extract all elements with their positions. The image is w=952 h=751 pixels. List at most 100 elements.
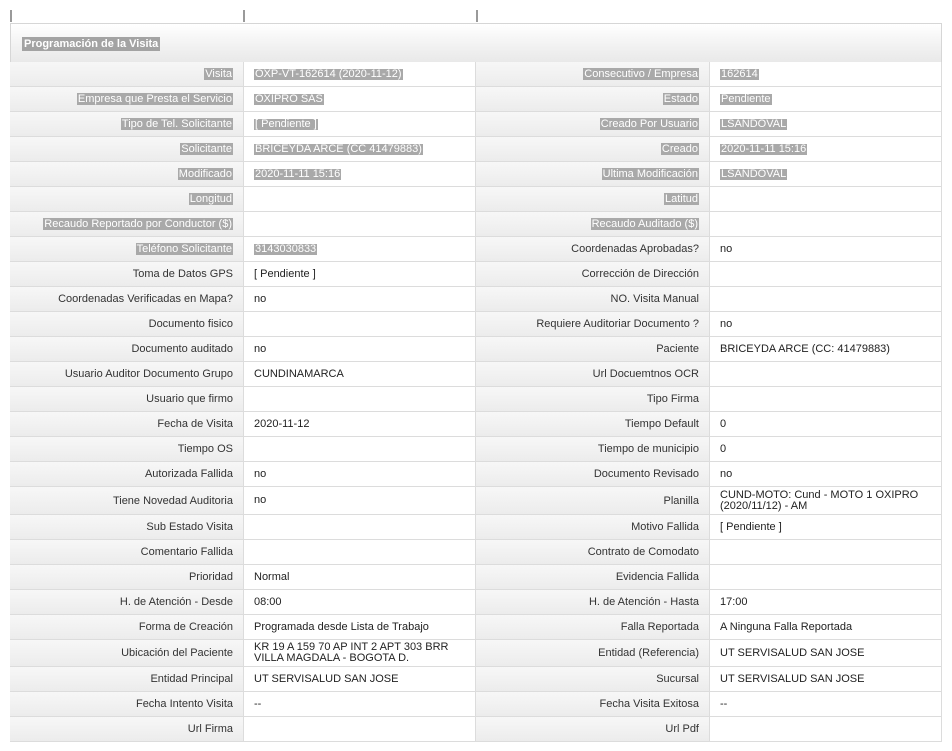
field-label: Estado [476,87,709,112]
field-label: Entidad (Referencia) [476,640,709,667]
field-value [243,312,476,337]
field-label-text: Fecha Visita Exitosa [599,698,699,710]
field-value: no [709,237,942,262]
field-value: 2020-11-11 15:16 [243,162,476,187]
field-label: Corrección de Dirección [476,262,709,287]
field-value: no [243,487,476,515]
field-value: 3143030833 [243,237,476,262]
field-label: Sub Estado Visita [10,515,243,540]
field-value: [ Pendiente ] [243,112,476,137]
field-label: Contrato de Comodato [476,540,709,565]
field-label: Documento Revisado [476,462,709,487]
field-value-text: CUNDINAMARCA [254,367,344,380]
field-label-text: Falla Reportada [620,621,699,633]
detail-row: Documento fisico Requiere Auditoriar Docu… [10,312,942,337]
field-value [243,187,476,212]
field-label: H. de Atención - Hasta [476,590,709,615]
field-value-text: UT SERVISALUD SAN JOSE [720,672,865,685]
field-label: Forma de Creación [10,615,243,640]
field-value: OXIPRO SAS [243,87,476,112]
field-value-text: no [254,342,267,355]
field-label-text: Creado [660,143,699,155]
detail-row: Solicitante BRICEYDA ARCE (CC 41479883) Cr… [10,137,942,162]
field-value-text: -- [720,697,728,710]
detail-row: Coordenadas Verificadas en Mapa? no NO. Vi… [10,287,942,312]
field-value-text: LSANDOVAL [720,167,788,180]
section-title: Programación de la Visita [22,37,161,51]
detail-row: Documento auditado no Paciente BRICEYDA ARC… [10,337,942,362]
field-value-text: [ Pendiente ] [720,520,782,533]
field-label-text: Tiene Novedad Auditoria [112,494,233,507]
detail-row: Fecha Intento Visita -- Fecha Visita Exito… [10,692,942,717]
field-label-text: Coordenadas Verificadas en Mapa? [58,293,233,305]
field-value [243,212,476,237]
field-label-text: Prioridad [188,571,233,583]
field-label: Toma de Datos GPS [10,262,243,287]
field-label-text: Empresa que Presta el Servicio [76,93,233,105]
field-value: 17:00 [709,590,942,615]
field-label-text: Paciente [656,343,699,355]
field-value: LSANDOVAL [709,112,942,137]
field-label: Tipo Firma [476,387,709,412]
field-label-text: Documento Revisado [593,468,699,480]
field-value [243,717,476,742]
field-label: H. de Atención - Desde [10,590,243,615]
field-label-text: Url Firma [187,723,233,735]
field-label-text: Consecutivo / Empresa [583,68,699,80]
field-value: [ Pendiente ] [709,515,942,540]
field-label-text: Contrato de Comodato [587,546,699,558]
toolbar-separator [10,10,12,22]
field-label: Teléfono Solicitante [10,237,243,262]
field-label-text: Autorizada Fallida [144,468,233,480]
detail-row: Tiene Novedad Auditoria no Planilla CUND-MO… [10,487,942,515]
field-value-text: 17:00 [720,595,748,608]
field-label-text: Fecha Intento Visita [135,698,233,710]
field-label: Fecha de Visita [10,412,243,437]
field-label: Latitud [476,187,709,212]
field-value: -- [243,692,476,717]
field-label: Fecha Intento Visita [10,692,243,717]
field-label: Tiempo OS [10,437,243,462]
toolbar-separator [243,10,245,22]
field-label: Motivo Fallida [476,515,709,540]
toolbar-separator [476,10,478,22]
field-label-text: Longitud [188,193,233,205]
field-value: KR 19 A 159 70 AP INT 2 APT 303 BRR VILL… [243,640,476,667]
field-label: Url Docuemtnos OCR [476,362,709,387]
field-label-text: Modificado [177,168,233,180]
detail-row: Modificado 2020-11-11 15:16 Ultima Modific… [10,162,942,187]
field-value-text: 162614 [720,67,759,80]
field-value-text: 2020-11-12 [254,417,310,430]
field-label-text: Forma de Creación [138,621,233,633]
field-label-text: Documento auditado [131,343,233,355]
field-label: Prioridad [10,565,243,590]
field-label-text: Ultima Modificación [601,168,699,180]
field-value-text: [ Pendiente ] [254,267,316,280]
field-label: Visita [10,62,243,87]
field-label: Fecha Visita Exitosa [476,692,709,717]
field-label-text: Tiempo OS [177,443,233,455]
field-value: no [709,462,942,487]
field-label: Longitud [10,187,243,212]
field-value: BRICEYDA ARCE (CC 41479883) [243,137,476,162]
field-value: UT SERVISALUD SAN JOSE [243,667,476,692]
field-label: Ubicación del Paciente [10,640,243,667]
field-label: Tiempo de municipio [476,437,709,462]
field-label: Planilla [476,487,709,515]
field-value: 08:00 [243,590,476,615]
field-label: Documento fisico [10,312,243,337]
detail-row: Usuario Auditor Documento Grupo CUNDINAMA… [10,362,942,387]
detail-row: Url Firma Url Pdf [10,717,942,742]
field-label-text: Ubicación del Paciente [121,647,233,659]
field-label: Comentario Fallida [10,540,243,565]
detail-row: Ubicación del Paciente KR 19 A 159 70 AP … [10,640,942,667]
field-label: Creado [476,137,709,162]
field-label: Recaudo Reportado por Conductor ($) [10,212,243,237]
field-value-text: 3143030833 [254,242,318,255]
field-value: UT SERVISALUD SAN JOSE [709,667,942,692]
field-value [709,565,942,590]
field-label-text: Tiempo de municipio [597,443,699,455]
field-label: Modificado [10,162,243,187]
field-value-text: [ Pendiente ] [254,117,318,130]
field-label-text: NO. Visita Manual [610,293,699,305]
